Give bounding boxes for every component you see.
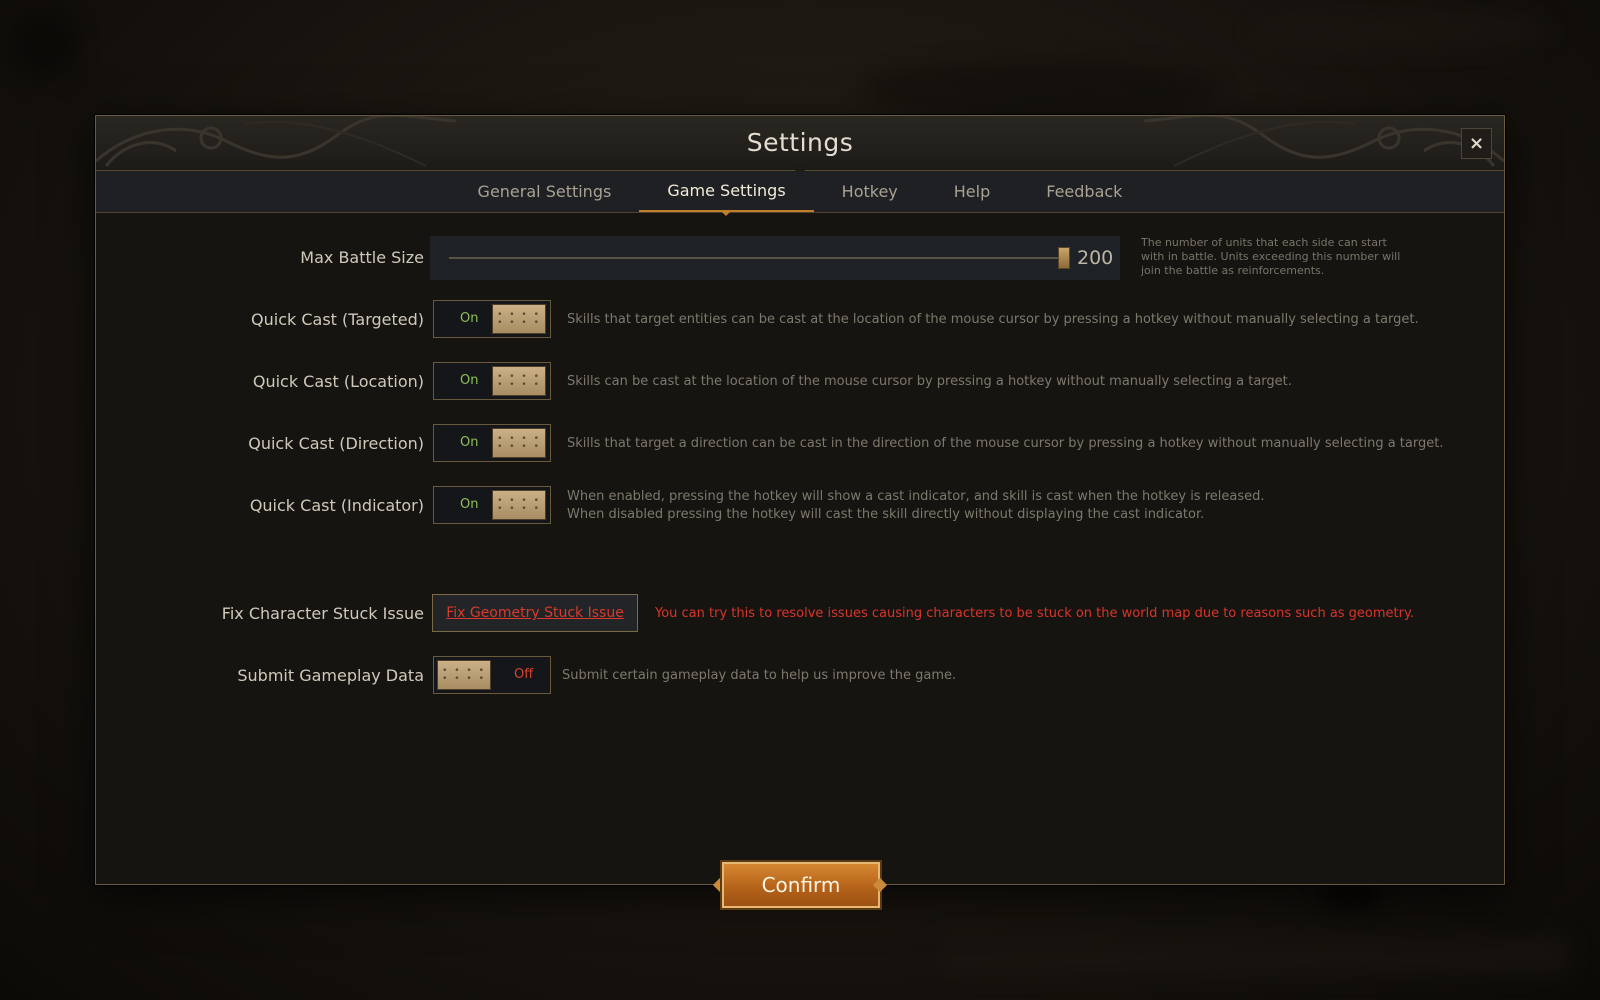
setting-description: The number of units that each side can s…	[1141, 236, 1401, 277]
background-bar	[940, 935, 1570, 975]
description-line: When disabled pressing the hotkey will c…	[567, 507, 1205, 522]
toggle-state: On	[460, 497, 479, 512]
close-button[interactable]: ×	[1461, 128, 1492, 159]
quick-cast-location-toggle[interactable]: On • • • • • • • •	[433, 362, 551, 400]
setting-description: Skills that target a direction can be ca…	[567, 436, 1444, 451]
toggle-state: On	[460, 435, 479, 450]
background-shape	[860, 60, 1220, 120]
description-line: When enabled, pressing the hotkey will s…	[567, 489, 1265, 504]
setting-label: Quick Cast (Direction)	[248, 434, 424, 453]
confirm-area: Confirm	[712, 860, 888, 912]
background-shape	[1250, 10, 1550, 50]
dialog-title: Settings	[746, 128, 854, 157]
setting-row-max-battle-size: Max Battle Size 200 The number of units …	[96, 236, 1506, 280]
slider-thumb[interactable]	[1058, 247, 1070, 269]
setting-description: When enabled, pressing the hotkey will s…	[567, 488, 1265, 524]
toggle-knob[interactable]: • • • • • • • •	[492, 428, 546, 458]
setting-row-quick-cast-direction: Quick Cast (Direction) On • • • • • • • •…	[96, 422, 1506, 466]
button-label: Fix Geometry Stuck Issue	[446, 605, 624, 621]
quick-cast-targeted-toggle[interactable]: On • • • • • • • •	[433, 300, 551, 338]
setting-row-quick-cast-targeted: Quick Cast (Targeted) On • • • • • • • • …	[96, 298, 1506, 342]
setting-row-quick-cast-indicator: Quick Cast (Indicator) On • • • • • • • •…	[96, 484, 1506, 528]
slider-track[interactable]	[449, 257, 1061, 259]
submit-gameplay-data-toggle[interactable]: • • • • • • • • Off	[433, 656, 551, 694]
warning-text: You can try this to resolve issues causi…	[655, 606, 1414, 621]
toggle-state: On	[460, 373, 479, 388]
quick-cast-indicator-toggle[interactable]: On • • • • • • • •	[433, 486, 551, 524]
quick-cast-direction-toggle[interactable]: On • • • • • • • •	[433, 424, 551, 462]
setting-row-quick-cast-location: Quick Cast (Location) On • • • • • • • • …	[96, 360, 1506, 404]
setting-description: Skills can be cast at the location of th…	[567, 374, 1292, 389]
setting-label: Fix Character Stuck Issue	[221, 604, 424, 623]
toggle-state: On	[460, 311, 479, 326]
toggle-knob[interactable]: • • • • • • • •	[492, 304, 546, 334]
setting-description: Submit certain gameplay data to help us …	[562, 668, 957, 683]
tab-general-settings[interactable]: General Settings	[450, 171, 640, 212]
setting-label: Quick Cast (Location)	[252, 372, 424, 391]
tab-game-settings[interactable]: Game Settings	[639, 171, 814, 216]
settings-dialog: Settings × General Settings Game Setting…	[95, 115, 1505, 885]
dialog-header: Settings ×	[96, 116, 1504, 171]
max-battle-size-slider[interactable]: 200	[430, 236, 1120, 280]
setting-description: Skills that target entities can be cast …	[567, 312, 1419, 327]
toggle-knob[interactable]: • • • • • • • •	[437, 660, 491, 690]
setting-label: Max Battle Size	[300, 248, 424, 267]
confirm-button[interactable]: Confirm	[720, 860, 882, 910]
setting-label: Quick Cast (Indicator)	[249, 496, 424, 515]
setting-label: Quick Cast (Targeted)	[251, 310, 424, 329]
tab-help[interactable]: Help	[926, 171, 1018, 212]
toggle-knob[interactable]: • • • • • • • •	[492, 490, 546, 520]
setting-row-submit-gameplay-data: Submit Gameplay Data • • • • • • • • Off …	[96, 654, 1506, 698]
fix-geometry-stuck-button[interactable]: Fix Geometry Stuck Issue	[432, 594, 638, 632]
tab-bar: General Settings Game Settings Hotkey He…	[96, 171, 1504, 216]
setting-label: Submit Gameplay Data	[237, 666, 424, 685]
toggle-knob[interactable]: • • • • • • • •	[492, 366, 546, 396]
setting-row-fix-character-stuck: Fix Character Stuck Issue Fix Geometry S…	[96, 592, 1506, 636]
background-emblem	[10, 10, 80, 80]
slider-value: 200	[1077, 247, 1114, 269]
tab-feedback[interactable]: Feedback	[1018, 171, 1150, 212]
toggle-state: Off	[514, 667, 534, 682]
tab-hotkey[interactable]: Hotkey	[814, 171, 926, 212]
close-icon: ×	[1468, 133, 1485, 154]
